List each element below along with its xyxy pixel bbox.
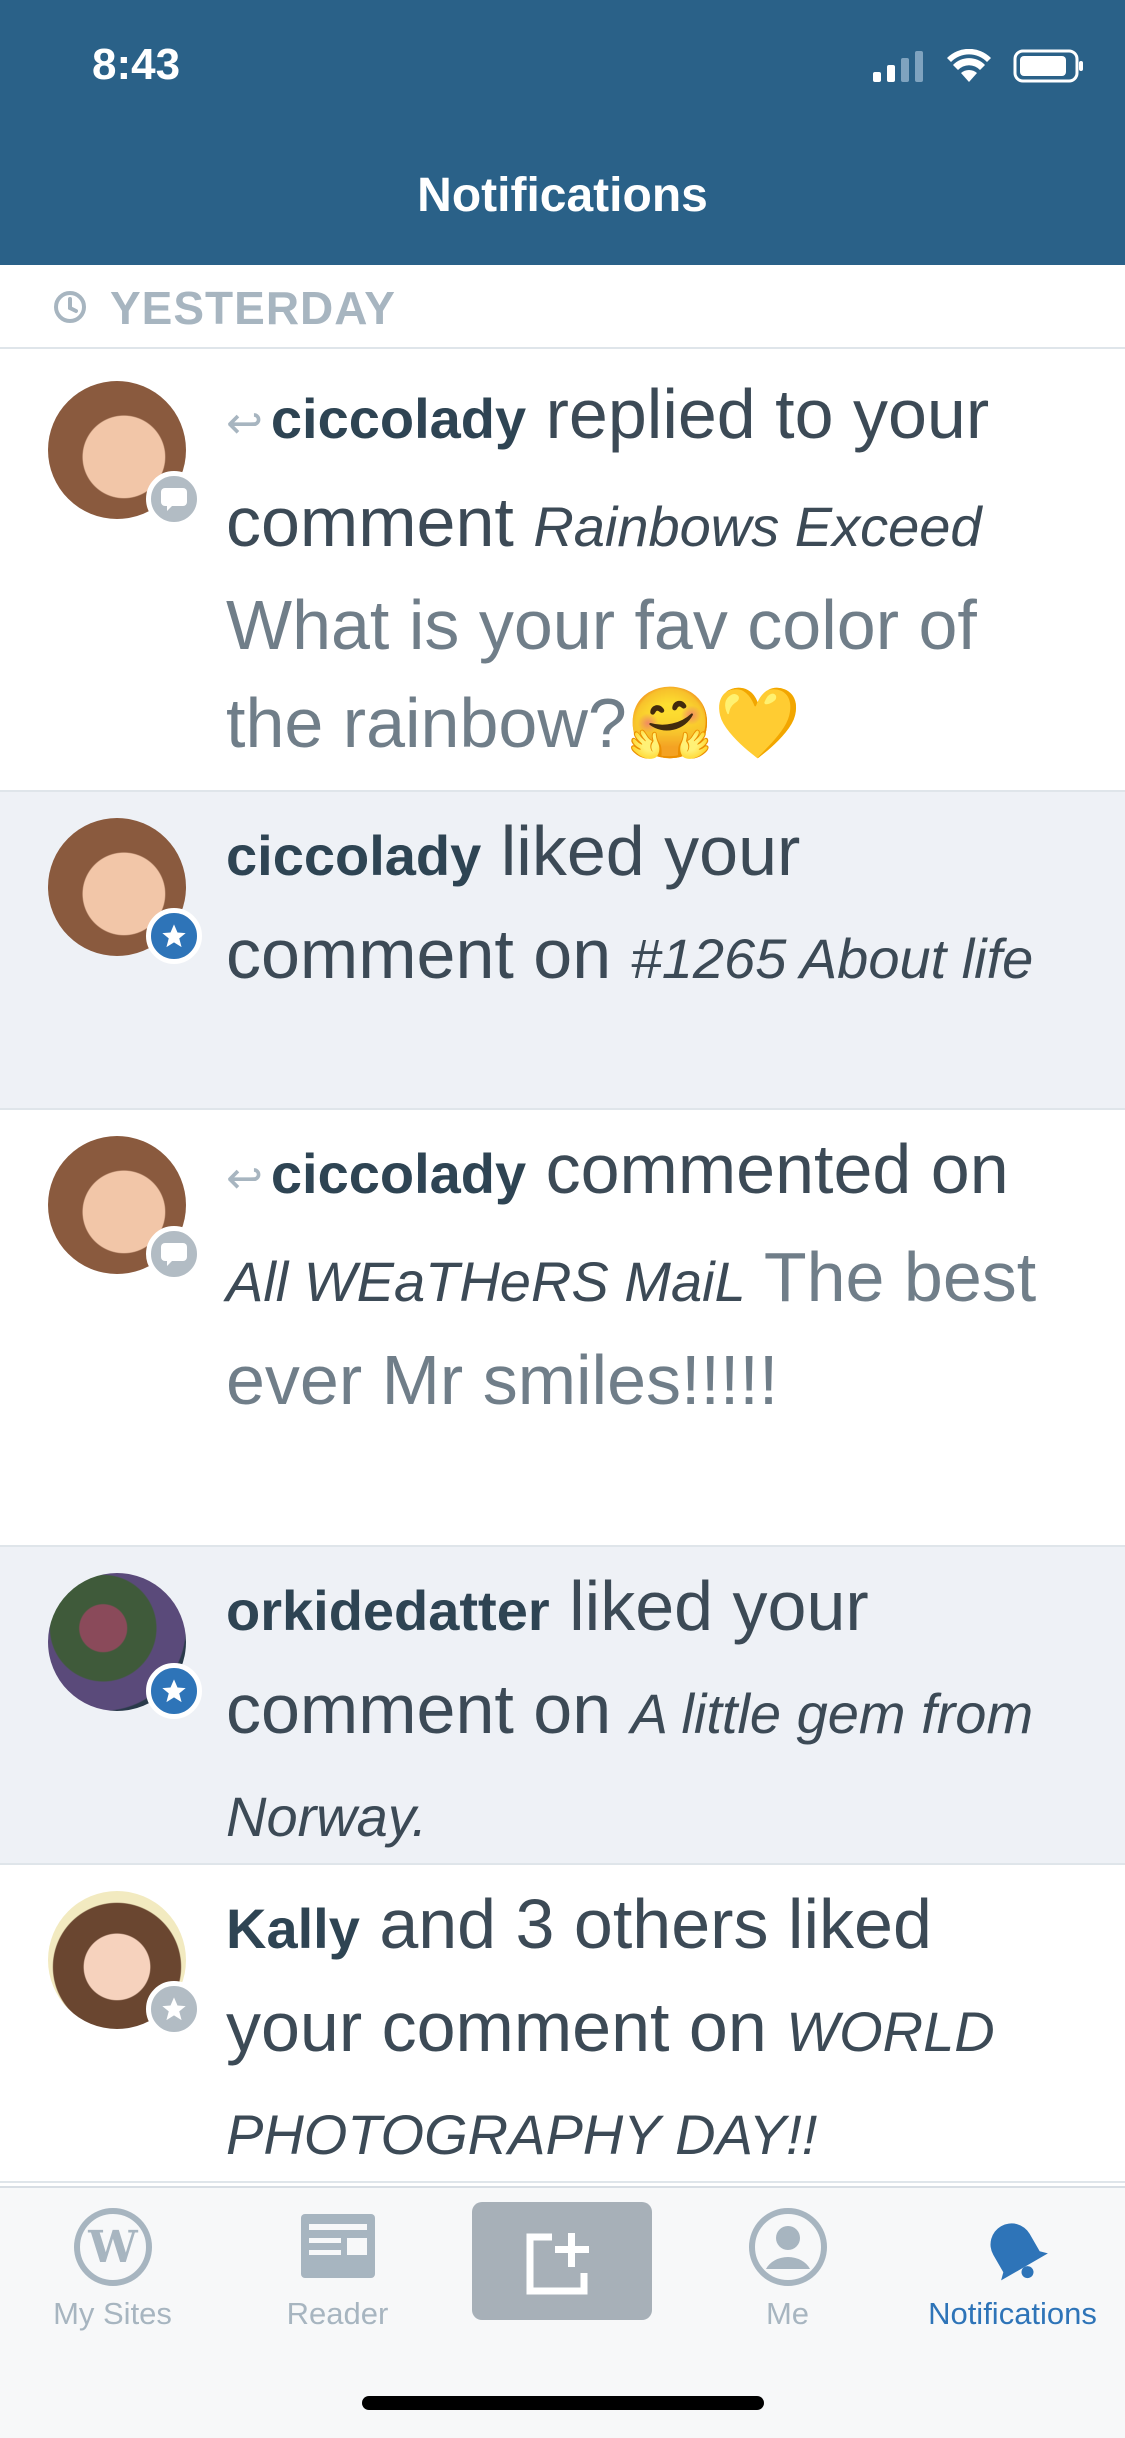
status-icons xyxy=(873,44,1085,88)
like-badge xyxy=(146,908,202,964)
notification-row[interactable]: ciccolady liked your comment on #1265 Ab… xyxy=(0,792,1125,1110)
notification-text: ↩ ciccolady replied to your comment Rainb… xyxy=(226,365,1086,772)
notification-row[interactable]: ↩ ciccolady replied to your comment Rainb… xyxy=(0,355,1125,792)
notification-text: orkidedatter liked your comment on A lit… xyxy=(226,1557,1086,1866)
star-icon xyxy=(162,1679,186,1703)
comment-badge xyxy=(146,471,202,527)
notification-snippet: What is your fav color of the rainbow?🤗💛 xyxy=(226,586,977,762)
notification-text: Kally and 3 others liked your comment on… xyxy=(226,1875,1086,2184)
battery-icon xyxy=(1013,49,1083,83)
home-indicator[interactable] xyxy=(362,2396,764,2410)
notification-text: ↩ ciccolady commented on All WEaTHeRS Mai… xyxy=(226,1120,1086,1429)
notification-post-title: Rainbows Exceed xyxy=(533,495,982,558)
notification-user: Kally xyxy=(226,1897,360,1960)
notification-user: orkidedatter xyxy=(226,1579,550,1642)
tab-me[interactable]: Me xyxy=(675,2188,900,2368)
write-post-button[interactable] xyxy=(472,2202,652,2320)
tab-my-sites[interactable]: W My Sites xyxy=(0,2188,225,2368)
star-icon xyxy=(162,1997,186,2021)
page-title: Notifications xyxy=(417,169,708,222)
like-badge xyxy=(146,1981,202,2037)
signal-icon xyxy=(873,51,923,82)
notification-user: ciccolady xyxy=(226,824,482,887)
section-header: YESTERDAY xyxy=(0,265,1125,349)
notification-list: ↩ ciccolady replied to your comment Rainb… xyxy=(0,355,1125,2183)
tab-label: My Sites xyxy=(53,2296,172,2331)
clock-icon xyxy=(54,291,86,323)
comment-icon xyxy=(161,488,187,511)
comment-icon xyxy=(161,1243,187,1266)
write-icon xyxy=(526,2231,594,2295)
notification-user: ciccolady xyxy=(270,1142,527,1205)
like-badge xyxy=(146,1663,202,1719)
notification-text: ciccolady liked your comment on #1265 Ab… xyxy=(226,802,1086,1008)
bell-icon xyxy=(990,2223,1048,2281)
notification-post-title: #1265 About life xyxy=(630,927,1034,990)
reply-icon: ↩ xyxy=(226,1154,263,1203)
app-header: 8:43 Notifications xyxy=(0,0,1125,265)
star-icon xyxy=(162,924,186,948)
tab-label: Me xyxy=(765,2296,810,2331)
tab-label: Notifications xyxy=(928,2296,1097,2331)
notification-post-title: All WEaTHeRS MaiL xyxy=(226,1250,746,1313)
notification-row[interactable]: Kally and 3 others liked your comment on… xyxy=(0,1865,1125,2183)
me-icon xyxy=(749,2208,827,2286)
reply-icon: ↩ xyxy=(226,399,263,448)
tab-label: Reader xyxy=(286,2296,389,2331)
svg-text:W: W xyxy=(87,2222,138,2273)
tab-notifications[interactable]: Notifications xyxy=(900,2188,1125,2368)
wordpress-icon: W xyxy=(74,2208,152,2286)
comment-badge xyxy=(146,1226,202,1282)
wifi-icon xyxy=(947,49,991,82)
section-label: YESTERDAY xyxy=(110,282,396,334)
notification-row[interactable]: orkidedatter liked your comment on A lit… xyxy=(0,1547,1125,1865)
notification-row[interactable]: ↩ ciccolady commented on All WEaTHeRS Mai… xyxy=(0,1110,1125,1547)
notification-action: commented on xyxy=(545,1130,1009,1208)
tab-reader[interactable]: Reader xyxy=(225,2188,450,2368)
reader-icon xyxy=(301,2214,375,2278)
status-time: 8:43 xyxy=(92,40,181,89)
notification-user: ciccolady xyxy=(270,387,527,450)
